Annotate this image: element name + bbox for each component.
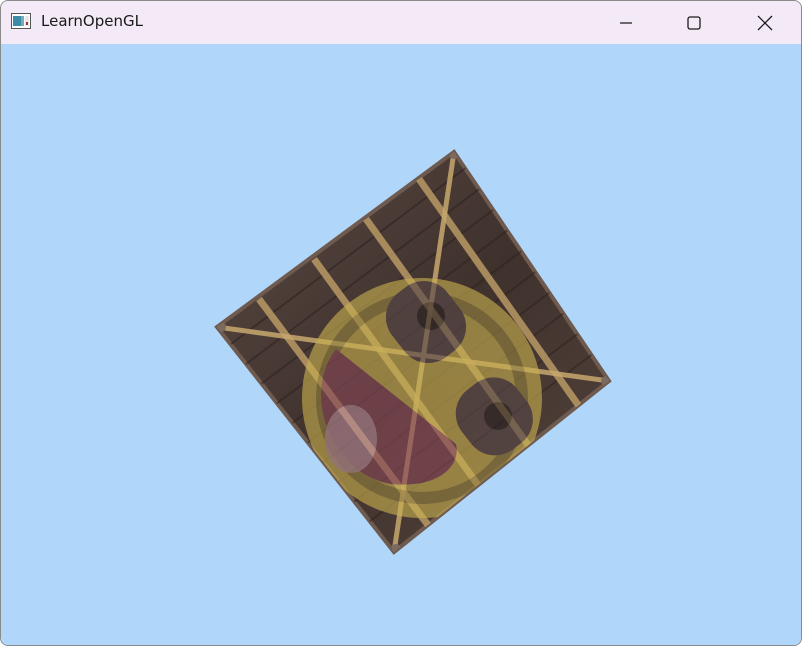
opengl-viewport[interactable] — [1, 44, 801, 645]
title-bar[interactable]: LearnOpenGL — [1, 1, 801, 44]
minimize-icon — [619, 16, 633, 30]
maximize-button[interactable] — [659, 1, 729, 44]
close-button[interactable] — [730, 1, 800, 44]
app-window: LearnOpenGL — [0, 0, 802, 646]
window-app-icon — [11, 13, 31, 29]
maximize-icon — [687, 15, 701, 30]
textured-crate-quad — [214, 149, 612, 555]
close-icon — [757, 15, 773, 31]
window-title: LearnOpenGL — [41, 12, 143, 30]
minimize-button[interactable] — [591, 1, 661, 44]
